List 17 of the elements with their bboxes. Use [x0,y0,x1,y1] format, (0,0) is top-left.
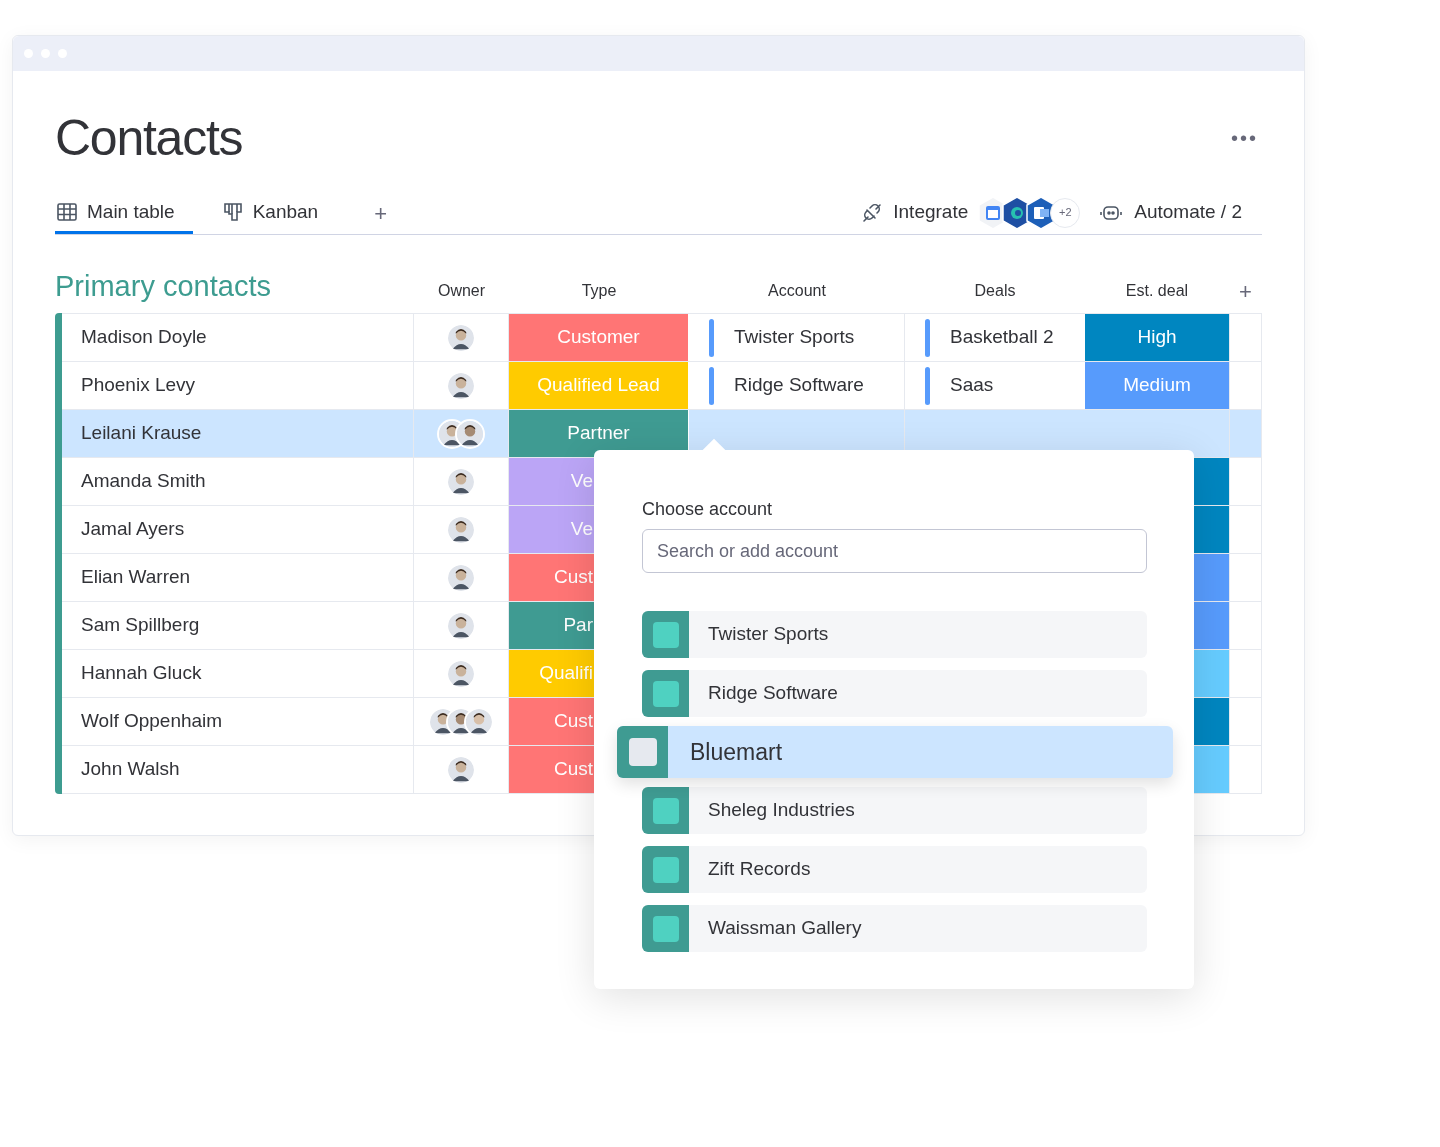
contact-name: Hannah Gluck [81,661,202,686]
contact-name: Wolf Oppenhaim [81,709,223,734]
contact-name: Sam Spillberg [81,613,200,638]
contact-name: John Walsh [81,757,180,782]
column-header: Deals [974,281,1016,301]
column-header: Owner [437,281,486,301]
contact-name: Madison Doyle [81,325,207,350]
column-header: Est. deal [1125,281,1189,301]
contact-name: Amanda Smith [81,469,206,494]
group-title: Primary contacts [55,270,271,302]
column-header: Account [768,281,826,301]
column-header: Type [581,281,617,301]
contact-name: Elian Warren [81,565,191,590]
contact-name: Leilani Krause [81,421,202,446]
contact-name: Phoenix Levy [81,373,196,398]
contact-name: Jamal Ayers [81,517,185,542]
board-title: Contacts [55,113,243,163]
